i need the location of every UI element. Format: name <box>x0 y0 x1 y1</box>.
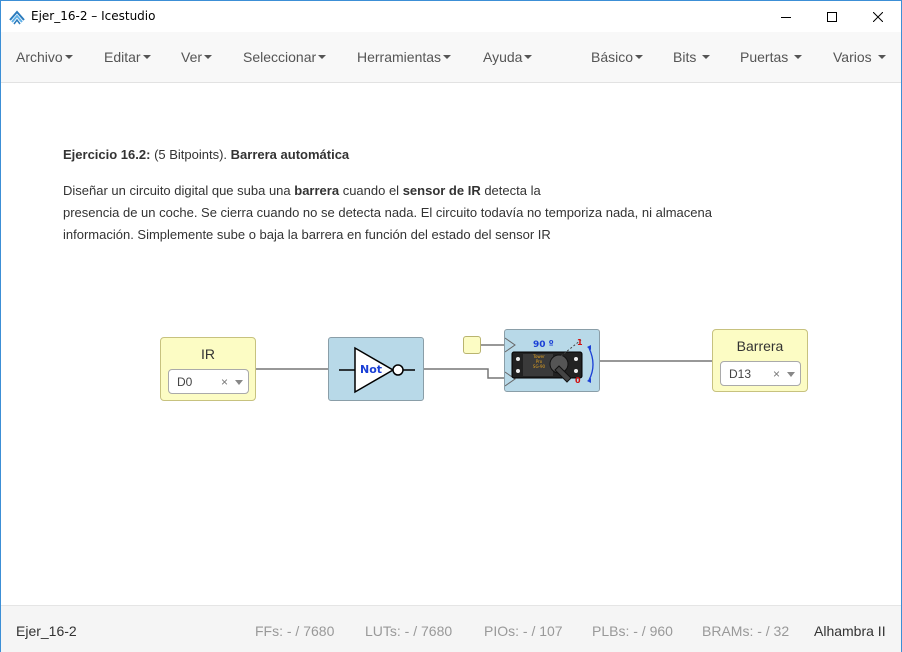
input-block-name: IR <box>201 346 215 362</box>
board-name[interactable]: Alhambra II <box>814 623 886 639</box>
menu-archivo-label: Archivo <box>16 49 63 65</box>
dropdown-arrow-icon <box>235 380 243 385</box>
clear-icon[interactable]: × <box>221 375 228 389</box>
icestudio-logo-icon <box>9 10 25 25</box>
caret-down-icon <box>702 55 711 60</box>
caret-down-icon <box>635 55 644 60</box>
caret-down-icon <box>204 55 213 60</box>
not-gate-label: Not <box>360 363 383 376</box>
pin-value: D0 <box>177 375 193 389</box>
caret-down-icon <box>64 55 73 60</box>
menu-basico-label: Básico <box>591 49 634 65</box>
close-button[interactable] <box>855 1 901 32</box>
wire-not-to-servo <box>424 368 505 379</box>
maximize-icon <box>827 11 837 22</box>
menu-ver-label: Ver <box>181 49 203 65</box>
input-block-ir[interactable]: IR D0 × <box>160 337 256 401</box>
servo-low-label: 0 <box>575 376 581 385</box>
servo-model-text: Tower Pro SG-90 <box>529 354 549 369</box>
menu-herramientas[interactable]: Herramientas <box>357 49 452 65</box>
menu-seleccionar[interactable]: Seleccionar <box>243 49 327 65</box>
minimize-button[interactable] <box>763 1 809 32</box>
caret-down-icon <box>794 55 803 60</box>
servo-block[interactable]: 90 º 1 0 Tower Pro SG-90 <box>504 329 600 392</box>
caret-down-icon <box>443 55 452 60</box>
menu-ayuda[interactable]: Ayuda <box>483 49 533 65</box>
brams-usage: BRAMs: - / 32 <box>702 623 790 639</box>
menu-bits-label: Bits <box>673 49 697 65</box>
servo-angle-label: 90 º <box>533 340 554 350</box>
clear-icon[interactable]: × <box>773 367 780 381</box>
not-gate-block[interactable]: Not <box>328 337 424 401</box>
project-name: Ejer_16-2 <box>16 623 77 639</box>
title-bar: Ejer_16-2 – Icestudio <box>1 1 901 32</box>
luts-usage: LUTs: - / 7680 <box>365 623 453 639</box>
maximize-button[interactable] <box>809 1 855 32</box>
menu-varios-label: Varios <box>833 49 872 65</box>
plbs-usage: PLBs: - / 960 <box>592 623 673 639</box>
servo-text-3: SG-90 <box>532 364 546 369</box>
menu-puertas[interactable]: Puertas <box>740 49 803 65</box>
app-window: Ejer_16-2 – Icestudio Archivo Editar Ver… <box>0 0 902 652</box>
pios-usage: PIOs: - / 107 <box>484 623 563 639</box>
menu-puertas-label: Puertas <box>740 49 789 65</box>
output-block-barrera[interactable]: Barrera D13 × <box>712 329 808 392</box>
menu-bits[interactable]: Bits <box>673 49 711 65</box>
menu-ayuda-label: Ayuda <box>483 49 523 65</box>
close-icon <box>873 11 883 22</box>
menu-bar: Archivo Editar Ver Seleccionar Herramien… <box>1 32 901 83</box>
menu-editar[interactable]: Editar <box>104 49 151 65</box>
menu-ver[interactable]: Ver <box>181 49 213 65</box>
window-title: Ejer_16-2 – Icestudio <box>31 9 156 23</box>
caret-down-icon <box>318 55 327 60</box>
menu-basico[interactable]: Básico <box>591 49 644 65</box>
menu-varios[interactable]: Varios <box>833 49 886 65</box>
servo-high-label: 1 <box>577 338 583 347</box>
menu-seleccionar-label: Seleccionar <box>243 49 317 65</box>
design-canvas[interactable]: Ejercicio 16.2: (5 Bitpoints). Barrera a… <box>1 83 901 605</box>
caret-down-icon <box>877 55 886 60</box>
constant-input-box[interactable] <box>463 336 481 354</box>
minimize-icon <box>781 16 791 18</box>
dropdown-arrow-icon <box>787 372 795 377</box>
caret-down-icon <box>524 55 533 60</box>
pin-select-ir[interactable]: D0 × <box>168 369 249 394</box>
menu-archivo[interactable]: Archivo <box>16 49 73 65</box>
caret-down-icon <box>142 55 151 60</box>
pin-select-barrera[interactable]: D13 × <box>720 361 801 386</box>
ffs-usage: FFs: - / 7680 <box>255 623 335 639</box>
status-bar: Ejer_16-2 FFs: - / 7680 LUTs: - / 7680 P… <box>1 605 901 652</box>
menu-herramientas-label: Herramientas <box>357 49 442 65</box>
pin-value: D13 <box>729 367 752 381</box>
output-block-name: Barrera <box>736 338 784 354</box>
menu-editar-label: Editar <box>104 49 141 65</box>
